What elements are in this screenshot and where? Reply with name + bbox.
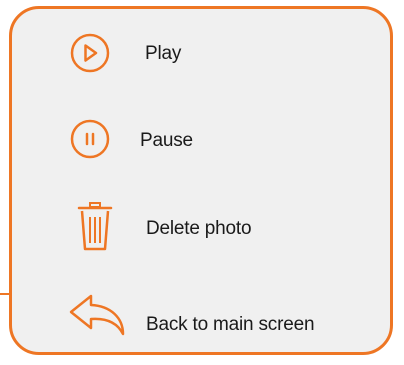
pause-circle-icon xyxy=(70,119,110,159)
play-circle-icon xyxy=(70,33,110,73)
menu-panel: Play Pause Delete photo Back to main scr… xyxy=(9,6,393,355)
menu-item-label: Delete photo xyxy=(146,218,252,239)
legend-stage: Play Pause Delete photo Back to main scr… xyxy=(0,0,404,365)
trash-icon xyxy=(77,202,113,251)
menu-item-label: Pause xyxy=(140,130,193,151)
menu-item-label: Back to main screen xyxy=(146,314,315,335)
menu-item-label: Play xyxy=(145,43,182,64)
back-arrow-icon xyxy=(69,294,125,336)
